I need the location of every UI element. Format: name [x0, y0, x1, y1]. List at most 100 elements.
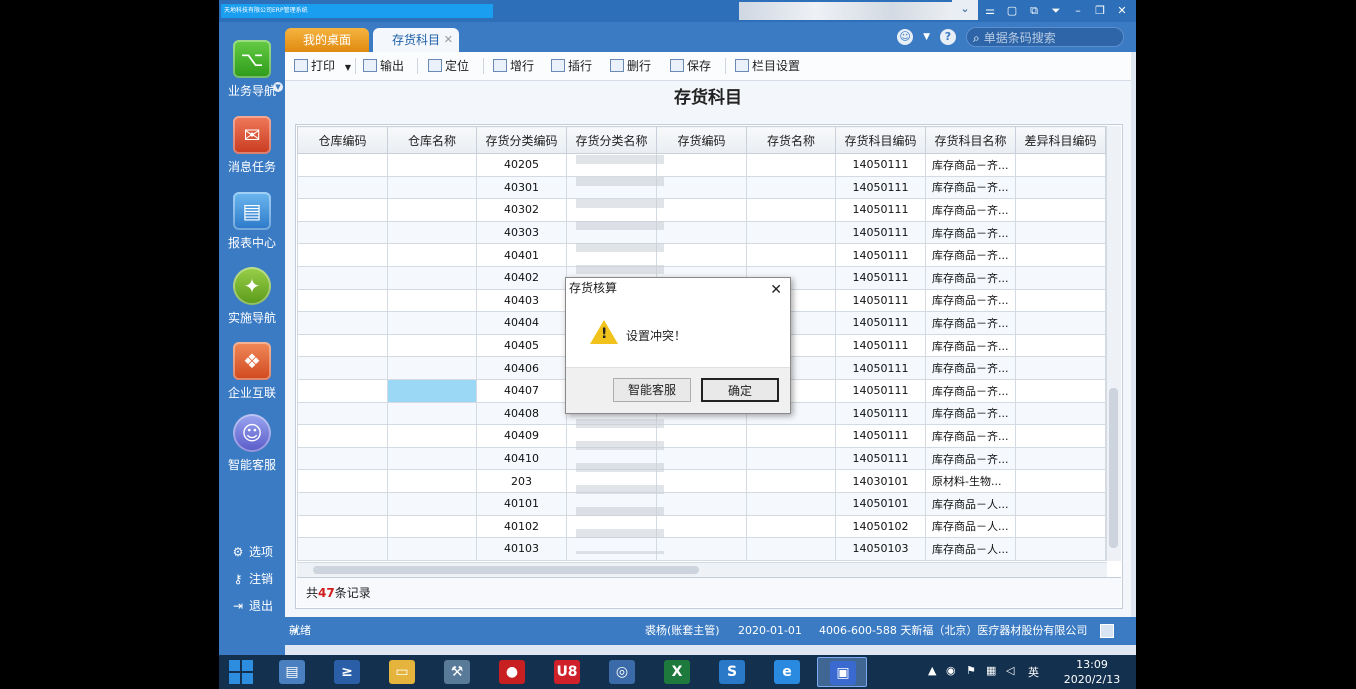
- start-button[interactable]: [229, 660, 253, 684]
- table-cell[interactable]: 原材料-生物...: [925, 469, 1016, 493]
- table-cell[interactable]: [387, 243, 477, 267]
- ime-language[interactable]: 英: [1028, 664, 1039, 680]
- table-cell[interactable]: [387, 356, 477, 380]
- table-cell[interactable]: 40407: [476, 378, 567, 403]
- table-cell[interactable]: [1015, 175, 1106, 200]
- table-cell[interactable]: 库存商品－齐...: [925, 220, 1016, 245]
- column-header[interactable]: 存货分类编码: [476, 126, 567, 154]
- column-header[interactable]: 仓库编码: [297, 126, 388, 154]
- clock[interactable]: 13:09 2020/2/13: [1062, 657, 1122, 687]
- table-cell[interactable]: [746, 175, 836, 200]
- table-cell[interactable]: [746, 514, 836, 539]
- sidebar-item-report-center[interactable]: ▤ 报表中心: [219, 192, 285, 251]
- table-cell[interactable]: 库存商品－人...: [925, 514, 1016, 539]
- excel-taskbar-button[interactable]: X: [652, 657, 702, 687]
- table-cell[interactable]: 40403: [476, 288, 567, 313]
- table-cell[interactable]: 40303: [476, 220, 567, 245]
- flag-icon[interactable]: ⚑: [966, 664, 976, 677]
- table-cell[interactable]: 库存商品－齐...: [925, 424, 1016, 448]
- table-cell[interactable]: [1015, 537, 1106, 561]
- table-cell[interactable]: 库存商品－齐...: [925, 311, 1016, 335]
- table-cell[interactable]: [297, 514, 388, 539]
- table-cell[interactable]: 14050111: [835, 153, 926, 177]
- table-cell[interactable]: 库存商品－齐...: [925, 243, 1016, 267]
- table-cell[interactable]: [387, 265, 477, 290]
- chevron-down-icon[interactable]: ▼: [345, 63, 351, 72]
- table-cell[interactable]: 14050111: [835, 175, 926, 200]
- chevron-down-icon[interactable]: ▼: [923, 32, 930, 42]
- search-input[interactable]: ⌕ 单据条码搜索: [966, 27, 1124, 47]
- table-cell[interactable]: [387, 491, 477, 516]
- delete-row-button[interactable]: 删行: [610, 58, 651, 74]
- table-row[interactable]: 40409 14050111 库存商品－齐...: [297, 424, 1106, 448]
- table-cell[interactable]: [297, 288, 388, 313]
- sidebar-item-smart-service[interactable]: ☺ 智能客服: [219, 414, 285, 473]
- table-row[interactable]: 40303 14050111 库存商品－齐...: [297, 220, 1106, 245]
- insert-row-button[interactable]: 插行: [551, 58, 592, 74]
- table-cell[interactable]: 库存商品－齐...: [925, 198, 1016, 222]
- table-cell[interactable]: 40103: [476, 537, 567, 561]
- close-icon[interactable]: ✕: [770, 282, 782, 298]
- table-cell[interactable]: [387, 288, 477, 313]
- table-cell[interactable]: [1015, 265, 1106, 290]
- table-cell[interactable]: 14050111: [835, 243, 926, 267]
- red-app-taskbar-button[interactable]: ●: [487, 657, 537, 687]
- add-row-button[interactable]: 增行: [493, 58, 534, 74]
- column-header[interactable]: 仓库名称: [387, 126, 477, 154]
- save-button[interactable]: 保存: [670, 58, 711, 74]
- column-settings-button[interactable]: 栏目设置: [735, 58, 800, 74]
- table-cell[interactable]: 库存商品－齐...: [925, 153, 1016, 177]
- table-cell[interactable]: [656, 469, 747, 493]
- table-cell[interactable]: [746, 153, 836, 177]
- column-header[interactable]: 存货科目编码: [835, 126, 926, 154]
- table-cell[interactable]: [297, 378, 388, 403]
- table-cell[interactable]: [746, 469, 836, 493]
- table-cell[interactable]: 14050111: [835, 356, 926, 380]
- table-cell[interactable]: [297, 198, 388, 222]
- table-cell[interactable]: [387, 446, 477, 471]
- table-cell[interactable]: 库存商品－齐...: [925, 175, 1016, 200]
- table-cell[interactable]: 14050111: [835, 311, 926, 335]
- table-cell[interactable]: [1015, 514, 1106, 539]
- table-cell[interactable]: 14050111: [835, 265, 926, 290]
- sidebar-item-enterprise-link[interactable]: ❖ 企业互联: [219, 342, 285, 401]
- table-cell[interactable]: 库存商品－齐...: [925, 446, 1016, 471]
- print-button[interactable]: 打印 ▼: [294, 58, 351, 74]
- table-cell[interactable]: [1015, 469, 1106, 493]
- chevron-down-icon[interactable]: ▼: [273, 82, 283, 92]
- powershell-taskbar-button[interactable]: ≥: [322, 657, 372, 687]
- table-cell[interactable]: [387, 378, 477, 403]
- sidebar-item-message-task[interactable]: ✉ 消息任务: [219, 116, 285, 175]
- export-button[interactable]: 输出: [363, 58, 404, 74]
- file-explorer-taskbar-button[interactable]: ▭: [377, 657, 427, 687]
- table-cell[interactable]: 40102: [476, 514, 567, 539]
- ie-taskbar-button[interactable]: e: [762, 657, 812, 687]
- table-cell[interactable]: [746, 243, 836, 267]
- table-cell[interactable]: 14050111: [835, 401, 926, 426]
- table-cell[interactable]: 14050111: [835, 378, 926, 403]
- server-manager-taskbar-button[interactable]: ▤: [267, 657, 317, 687]
- table-cell[interactable]: [297, 401, 388, 426]
- layout-icon[interactable]: ▢: [1002, 2, 1022, 20]
- table-cell[interactable]: [746, 537, 836, 561]
- locate-button[interactable]: 定位: [428, 58, 469, 74]
- table-cell[interactable]: [297, 537, 388, 561]
- table-cell[interactable]: 库存商品－齐...: [925, 356, 1016, 380]
- table-cell[interactable]: [297, 220, 388, 245]
- table-cell[interactable]: 40405: [476, 333, 567, 358]
- menu-icon[interactable]: ⏷: [1046, 2, 1066, 20]
- refresh-icon[interactable]: ⧉: [1024, 2, 1044, 20]
- table-cell[interactable]: 40101: [476, 491, 567, 516]
- table-cell[interactable]: [656, 175, 747, 200]
- table-cell[interactable]: [1015, 243, 1106, 267]
- table-cell[interactable]: [387, 469, 477, 493]
- table-cell[interactable]: 40401: [476, 243, 567, 267]
- table-cell[interactable]: 14030101: [835, 469, 926, 493]
- table-cell[interactable]: 库存商品－齐...: [925, 378, 1016, 403]
- exit-button[interactable]: ⇥ 退出: [231, 597, 273, 614]
- table-cell[interactable]: 库存商品－齐...: [925, 333, 1016, 358]
- table-cell[interactable]: 库存商品－齐...: [925, 401, 1016, 426]
- table-cell[interactable]: [1015, 491, 1106, 516]
- minimize-button[interactable]: –: [1068, 2, 1088, 20]
- table-cell[interactable]: [297, 424, 388, 448]
